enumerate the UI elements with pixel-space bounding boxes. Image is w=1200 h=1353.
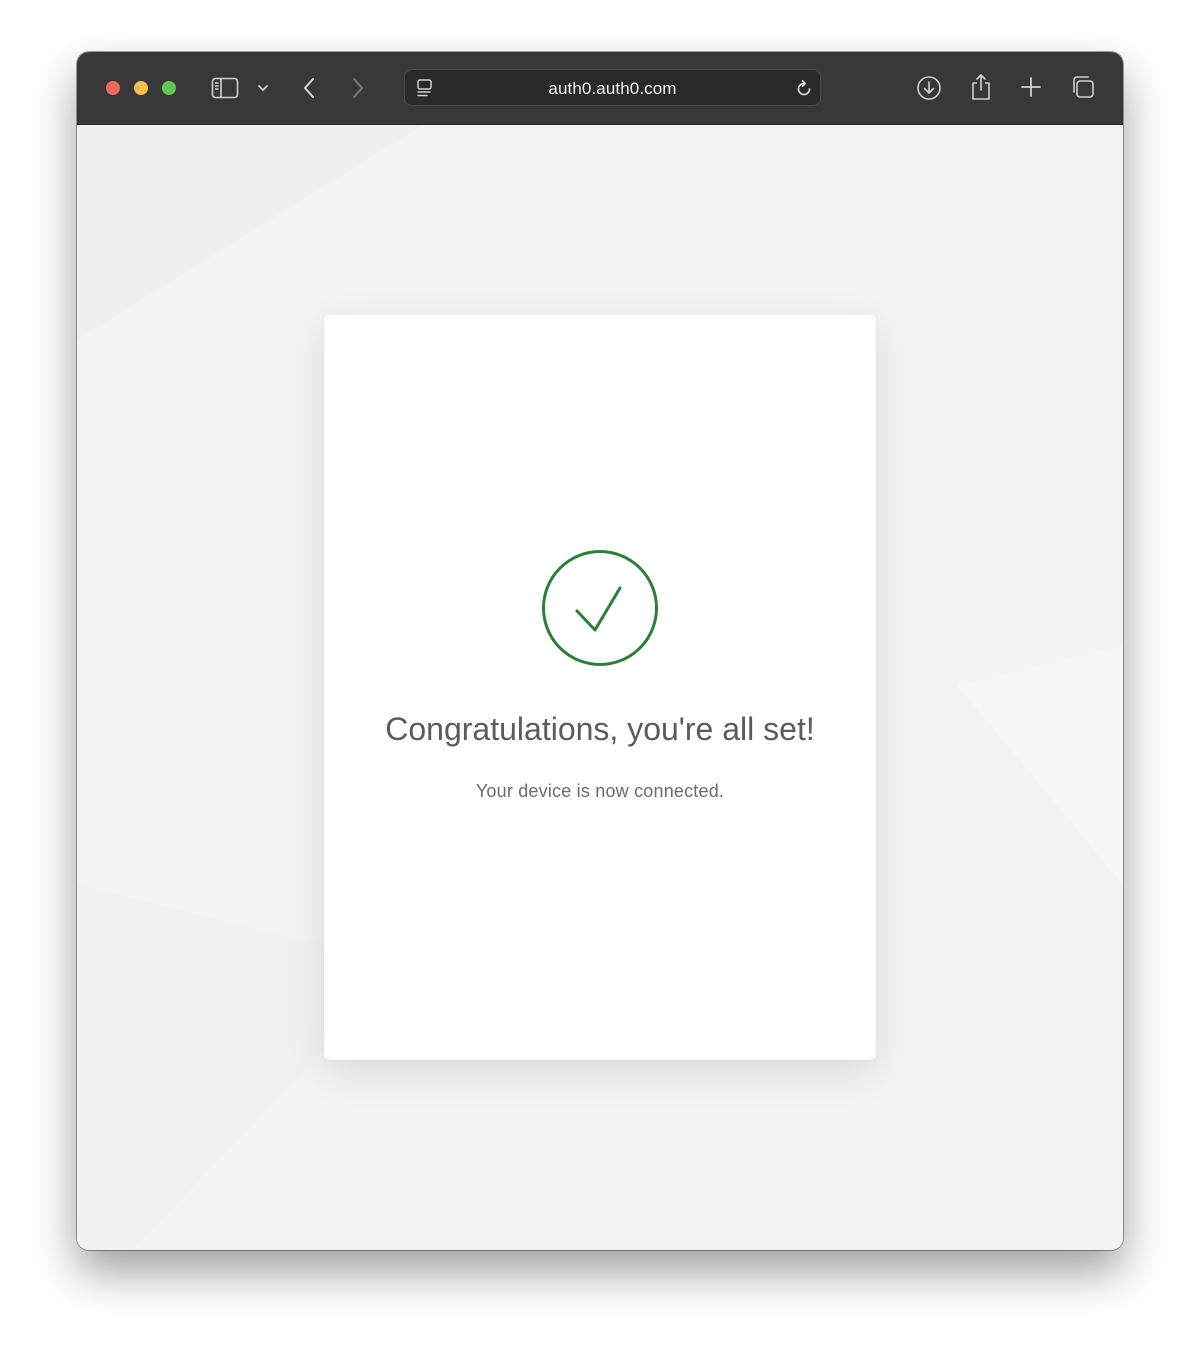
page-content: Congratulations, you're all set! Your de… <box>77 125 1123 1250</box>
tab-overview-icon[interactable] <box>1070 74 1096 100</box>
success-card: Congratulations, you're all set! Your de… <box>324 315 876 1060</box>
close-window-icon[interactable] <box>106 81 120 95</box>
share-icon[interactable] <box>969 72 993 102</box>
sidebar-icon[interactable] <box>211 76 239 100</box>
download-icon[interactable] <box>916 75 942 101</box>
page-title: Congratulations, you're all set! <box>385 711 815 747</box>
reload-icon[interactable] <box>794 79 814 99</box>
minimize-window-icon[interactable] <box>134 81 148 95</box>
browser-window: auth0.auth0.com Congratulations, you're … <box>77 52 1123 1250</box>
back-arrow-icon[interactable] <box>301 76 317 100</box>
browser-toolbar: auth0.auth0.com <box>77 52 1123 125</box>
address-bar[interactable]: auth0.auth0.com <box>404 69 821 106</box>
forward-arrow-icon[interactable] <box>350 76 366 100</box>
url-text[interactable]: auth0.auth0.com <box>405 79 820 99</box>
status-message: Your device is now connected. <box>475 781 725 801</box>
success-check-icon <box>542 550 658 666</box>
plus-icon[interactable] <box>1020 76 1042 98</box>
chevron-down-icon[interactable] <box>257 82 269 94</box>
maximize-window-icon[interactable] <box>162 81 176 95</box>
